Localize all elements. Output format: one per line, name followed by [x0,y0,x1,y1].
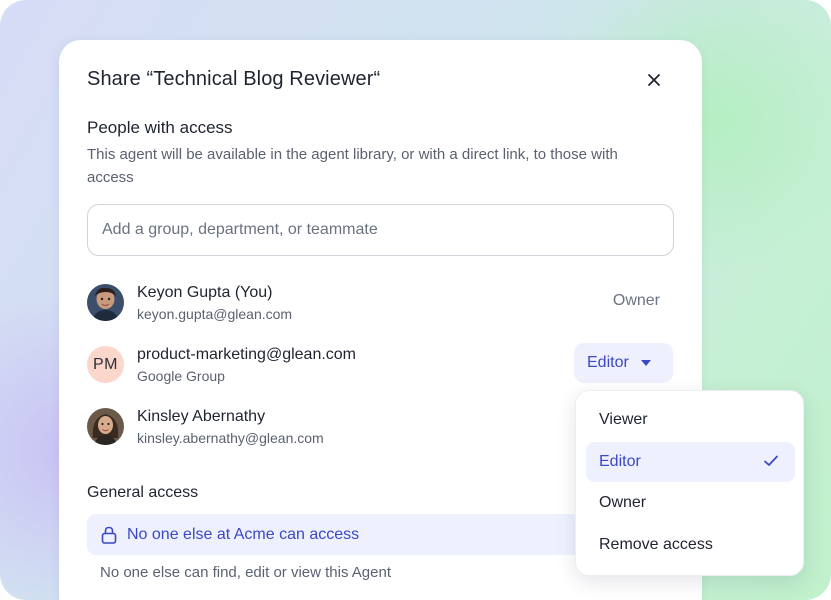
menu-item-owner[interactable]: Owner [586,483,795,523]
role-select-editor[interactable]: Editor [574,343,673,383]
person-row-product-marketing: PM product-marketing@glean.com Google Gr… [87,342,674,386]
close-icon [648,74,660,86]
share-search-input[interactable] [87,204,674,256]
people-access-description: This agent will be available in the agen… [87,146,618,186]
person-email: kinsley.abernathy@glean.com [137,430,324,446]
people-access-heading: People with access [87,118,233,137]
menu-item-editor[interactable]: Editor [586,442,795,482]
dialog-title: Share “Technical Blog Reviewer“ [87,68,381,90]
person-name: product-marketing@glean.com [137,346,357,363]
avatar-initials: PM [87,346,124,383]
person-group-type: Google Group [137,368,225,384]
menu-item-remove-access[interactable]: Remove access [586,525,795,565]
menu-item-label: Viewer [599,411,648,428]
menu-item-viewer[interactable]: Viewer [586,400,795,440]
lock-icon [101,526,117,544]
person-row-keyon: Keyon Gupta (You) keyon.gupta@glean.com … [87,280,674,324]
general-access-label: No one else at Acme can access [127,525,360,543]
person-name: Keyon Gupta (You) [137,284,273,301]
person-name: Kinsley Abernathy [137,408,266,425]
close-button[interactable] [642,68,666,92]
check-icon [764,455,778,466]
menu-item-label: Remove access [599,536,713,553]
menu-item-label: Owner [599,494,647,511]
general-access-heading: General access [87,484,199,501]
general-access-note: No one else can find, edit or view this … [100,564,392,581]
general-access-selector[interactable]: No one else at Acme can access [87,514,587,555]
avatar [87,284,124,321]
role-label-owner: Owner [612,292,660,309]
role-dropdown-menu: Viewer Editor Owner Remove access [575,390,804,576]
role-select-label: Editor [587,354,629,371]
person-email: keyon.gupta@glean.com [137,306,293,322]
caret-down-icon [640,360,651,366]
menu-item-label: Editor [599,453,641,470]
avatar [87,408,124,445]
